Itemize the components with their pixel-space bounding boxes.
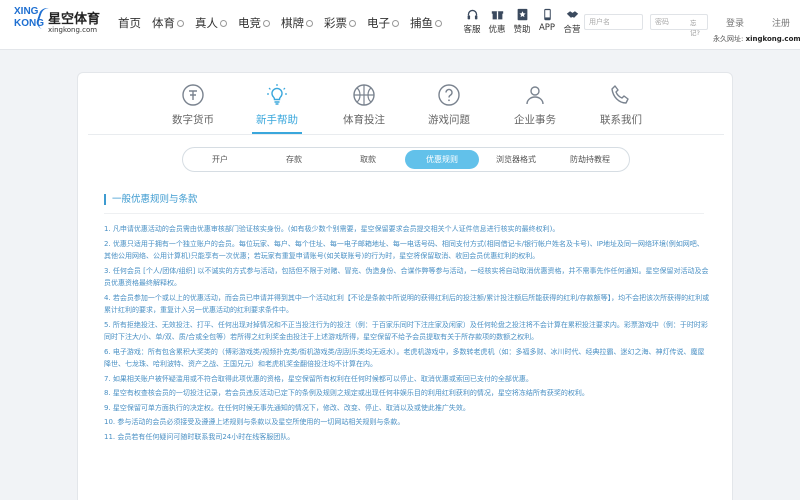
logo-line1: XING <box>14 6 39 17</box>
nav-label: 首页 <box>118 16 141 30</box>
chevron-down-icon <box>349 19 356 27</box>
headset-icon <box>467 9 477 20</box>
permanent-url-label: 永久网址: <box>713 35 744 43</box>
rules-list: 1. 凡申请优惠活动的会员需由优惠审核部门验证核实身份。(如有极少数个别需要，星… <box>104 223 710 445</box>
nav-item-home[interactable]: 首页 <box>118 15 141 31</box>
rule-item: 4. 若会员参加一个或以上的优惠活动，而会员已申请并得到其中一个活动红利【不论是… <box>104 293 710 315</box>
chevron-down-icon <box>392 19 399 27</box>
tab-newbie-help[interactable]: 新手帮助 <box>236 83 318 134</box>
brand-logo[interactable]: XING KONG 星空体育 xingkong.com <box>14 5 100 40</box>
nav-label: 彩票 <box>324 16 347 30</box>
subtab-withdraw[interactable]: 取款 <box>331 150 405 169</box>
briefcase-icon <box>526 86 544 105</box>
util-sponsor[interactable]: 赞助 <box>510 8 534 35</box>
util-label: 优惠 <box>488 25 506 35</box>
util-service[interactable]: 客服 <box>460 8 484 35</box>
forgot-password-link[interactable]: 忘记? <box>690 17 700 37</box>
util-partner[interactable]: 合营 <box>560 8 584 35</box>
nav-label: 电子 <box>367 16 390 30</box>
utility-links: 客服 优惠 赞助 APP 合营 <box>460 8 585 35</box>
chevron-down-icon <box>177 19 184 27</box>
chevron-down-icon <box>220 19 227 27</box>
tab-label: 游戏问题 <box>428 114 470 126</box>
util-label: 赞助 <box>513 25 531 35</box>
star-badge-icon <box>517 8 527 21</box>
util-promo[interactable]: 优惠 <box>485 8 509 35</box>
subtab-open-account[interactable]: 开户 <box>183 150 257 169</box>
subtab-anti-hijack[interactable]: 防劫持教程 <box>553 150 627 169</box>
nav-label: 真人 <box>195 16 218 30</box>
chevron-down-icon <box>263 19 270 27</box>
register-button[interactable]: 注册 <box>772 16 790 29</box>
chevron-down-icon <box>435 19 442 27</box>
nav-item-esports[interactable]: 电竞 <box>238 15 270 31</box>
rule-item: 10. 参与活动的会员必须接受及遵遵上述规则与条款以及星空所使用的一切网站相关规… <box>104 418 405 426</box>
nav-item-fishing[interactable]: 捕鱼 <box>410 15 442 31</box>
nav-label: 棋牌 <box>281 16 304 30</box>
tab-label: 数字货币 <box>172 114 214 126</box>
tab-label: 联系我们 <box>600 114 642 126</box>
rule-item: 5. 所有拒绝投注、无效投注、打平、任何出现对掉情况和不正当投注行为的投注（例：… <box>104 320 708 342</box>
tab-sports-betting[interactable]: 体育投注 <box>323 83 405 127</box>
permanent-url: 永久网址: xingkong.com <box>713 34 800 44</box>
rule-item: 11. 会员若有任何疑问可随时联系我司24小时在线客服团队。 <box>104 432 295 441</box>
rule-item: 7. 如果相关账户被怀疑滥用或不符合取得此项优惠的资格，星空保留所有权利在任何时… <box>104 374 533 383</box>
lightbulb-icon <box>267 84 287 105</box>
tab-label: 企业事务 <box>514 114 556 126</box>
brand-name: 星空体育 <box>48 12 101 27</box>
util-app[interactable]: APP <box>535 8 559 35</box>
username-input[interactable]: 用户名 <box>584 14 643 30</box>
section-divider <box>104 213 704 214</box>
gift-icon <box>491 11 503 20</box>
rule-item: 8. 星空有权查核会员的一切投注记录，若会员违反活动已定下的条例及规则之规定或出… <box>104 389 589 397</box>
currency-icon <box>182 84 204 106</box>
nav-item-live[interactable]: 真人 <box>195 15 227 31</box>
nav-label: 体育 <box>152 16 175 30</box>
rule-item: 9. 星空保留可单方面执行的决定权。在任何时候无事先通知的情况下，修改、改变、停… <box>104 403 470 412</box>
rule-item: 3. 任何会员 [个人/团体/组织] 以不诚实的方式参与活动，包括但不限于对赌、… <box>104 266 709 288</box>
tab-divider <box>88 134 724 135</box>
brand-domain: xingkong.com <box>48 26 98 34</box>
subtab-browser-format[interactable]: 浏览器格式 <box>479 150 553 169</box>
nav-item-lottery[interactable]: 彩票 <box>324 15 356 31</box>
nav-item-sports[interactable]: 体育 <box>152 15 184 31</box>
subtab-promo-rules[interactable]: 优惠规则 <box>405 150 479 169</box>
rule-item: 1. 凡申请优惠活动的会员需由优惠审核部门验证核实身份。(如有极少数个别需要，星… <box>104 225 560 233</box>
sub-tabs: 开户 存款 取款 优惠规则 浏览器格式 防劫持教程 <box>182 147 630 172</box>
handshake-icon <box>566 11 578 18</box>
help-card: 数字货币 新手帮助 体育投注 游戏问题 企业事务 联系我们 开户 存款 取款 优… <box>77 72 733 500</box>
chevron-down-icon <box>306 19 313 27</box>
util-label: APP <box>538 23 556 33</box>
tab-label: 新手帮助 <box>256 114 298 126</box>
nav-label: 电竞 <box>238 16 261 30</box>
tab-contact[interactable]: 联系我们 <box>580 83 662 127</box>
rule-item: 2. 优惠只适用于拥有一个独立账户的会员。每位玩家、每户、每个住址、每一电子邮箱… <box>104 239 704 261</box>
tab-business[interactable]: 企业事务 <box>494 83 576 127</box>
tab-label: 体育投注 <box>343 114 385 126</box>
nav-label: 捕鱼 <box>410 16 433 30</box>
rule-item: 6. 电子游戏：所有包含累积大奖类的（博彩游戏类/视频扑克类/街机游戏类/刮刮乐… <box>104 347 705 369</box>
nav-item-cards[interactable]: 棋牌 <box>281 15 313 31</box>
login-button[interactable]: 登录 <box>726 16 744 29</box>
util-label: 客服 <box>463 25 481 35</box>
subtab-deposit[interactable]: 存款 <box>257 150 331 169</box>
main-nav: 首页 体育 真人 电竞 棋牌 彩票 电子 捕鱼 <box>118 15 453 31</box>
phone-call-icon <box>611 85 629 104</box>
section-title: 一般优惠规则与条款 <box>104 194 198 205</box>
question-icon <box>438 84 460 106</box>
ball-icon <box>353 84 375 106</box>
tab-crypto[interactable]: 数字货币 <box>152 83 234 127</box>
nav-item-slots[interactable]: 电子 <box>367 15 399 31</box>
util-label: 合营 <box>563 25 581 35</box>
tab-game-issues[interactable]: 游戏问题 <box>408 83 490 127</box>
phone-icon <box>543 8 551 21</box>
top-header: XING KONG 星空体育 xingkong.com 首页 体育 真人 电竞 … <box>0 0 800 50</box>
permanent-url-value[interactable]: xingkong.com <box>746 35 800 43</box>
